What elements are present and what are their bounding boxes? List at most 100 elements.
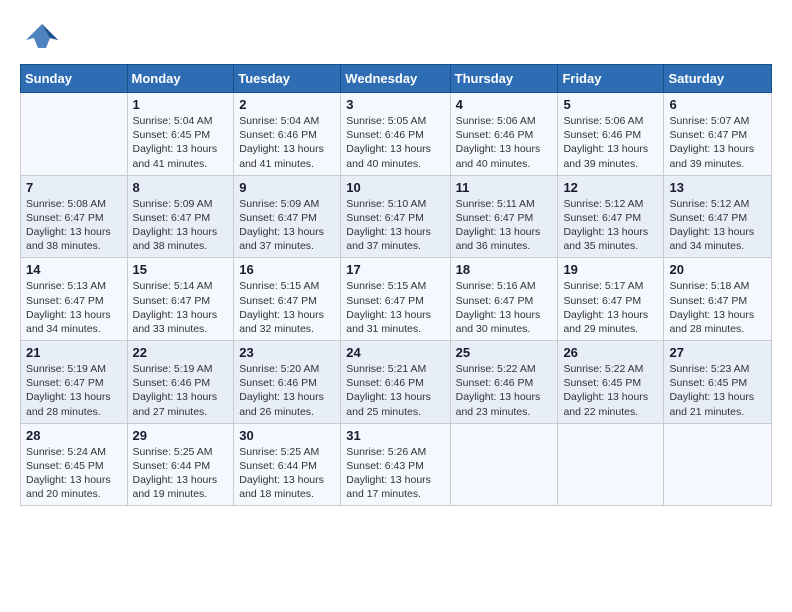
day-info: Sunrise: 5:16 AM Sunset: 6:47 PM Dayligh…	[456, 279, 553, 336]
calendar-cell: 14 Sunrise: 5:13 AM Sunset: 6:47 PM Dayli…	[21, 258, 128, 341]
calendar-cell: 15 Sunrise: 5:14 AM Sunset: 6:47 PM Dayli…	[127, 258, 234, 341]
calendar-cell: 10Sunrise: 5:10 AM Sunset: 6:47 PM Dayli…	[341, 175, 450, 258]
day-info: Sunrise: 5:22 AM Sunset: 6:46 PM Dayligh…	[456, 362, 553, 419]
calendar-cell: 26 Sunrise: 5:22 AM Sunset: 6:45 PM Dayli…	[558, 341, 664, 424]
calendar-week-row: 14 Sunrise: 5:13 AM Sunset: 6:47 PM Dayli…	[21, 258, 772, 341]
day-number: 10	[346, 180, 444, 195]
day-info: Sunrise: 5:08 AM Sunset: 6:47 PM Dayligh…	[26, 197, 122, 254]
calendar-cell: 17 Sunrise: 5:15 AM Sunset: 6:47 PM Dayli…	[341, 258, 450, 341]
day-number: 4	[456, 97, 553, 112]
logo	[20, 20, 60, 56]
day-number: 27	[669, 345, 766, 360]
day-info: Sunrise: 5:09 AM Sunset: 6:47 PM Dayligh…	[239, 197, 335, 254]
day-number: 17	[346, 262, 444, 277]
day-info: Sunrise: 5:11 AM Sunset: 6:47 PM Dayligh…	[456, 197, 553, 254]
calendar-cell: 30 Sunrise: 5:25 AM Sunset: 6:44 PM Dayli…	[234, 423, 341, 506]
header-friday: Friday	[558, 65, 664, 93]
calendar-cell: 4 Sunrise: 5:06 AM Sunset: 6:46 PM Daylig…	[450, 93, 558, 176]
header-monday: Monday	[127, 65, 234, 93]
calendar-cell: 21 Sunrise: 5:19 AM Sunset: 6:47 PM Dayli…	[21, 341, 128, 424]
calendar-cell: 12 Sunrise: 5:12 AM Sunset: 6:47 PM Dayli…	[558, 175, 664, 258]
day-number: 31	[346, 428, 444, 443]
header-thursday: Thursday	[450, 65, 558, 93]
day-info: Sunrise: 5:24 AM Sunset: 6:45 PM Dayligh…	[26, 445, 122, 502]
calendar-cell: 27Sunrise: 5:23 AM Sunset: 6:45 PM Dayli…	[664, 341, 772, 424]
day-number: 23	[239, 345, 335, 360]
day-number: 18	[456, 262, 553, 277]
day-info: Sunrise: 5:06 AM Sunset: 6:46 PM Dayligh…	[563, 114, 658, 171]
day-info: Sunrise: 5:12 AM Sunset: 6:47 PM Dayligh…	[563, 197, 658, 254]
calendar-cell: 31 Sunrise: 5:26 AM Sunset: 6:43 PM Dayli…	[341, 423, 450, 506]
calendar-cell	[450, 423, 558, 506]
calendar-cell	[558, 423, 664, 506]
header-wednesday: Wednesday	[341, 65, 450, 93]
calendar-week-row: 7 Sunrise: 5:08 AM Sunset: 6:47 PM Daylig…	[21, 175, 772, 258]
calendar-cell: 20Sunrise: 5:18 AM Sunset: 6:47 PM Dayli…	[664, 258, 772, 341]
day-info: Sunrise: 5:15 AM Sunset: 6:47 PM Dayligh…	[346, 279, 444, 336]
calendar-cell: 29Sunrise: 5:25 AM Sunset: 6:44 PM Dayli…	[127, 423, 234, 506]
day-number: 22	[133, 345, 229, 360]
calendar-cell: 7 Sunrise: 5:08 AM Sunset: 6:47 PM Daylig…	[21, 175, 128, 258]
calendar-cell	[664, 423, 772, 506]
day-number: 7	[26, 180, 122, 195]
day-info: Sunrise: 5:07 AM Sunset: 6:47 PM Dayligh…	[669, 114, 766, 171]
calendar-table: SundayMondayTuesdayWednesdayThursdayFrid…	[20, 64, 772, 506]
day-number: 20	[669, 262, 766, 277]
day-number: 28	[26, 428, 122, 443]
day-number: 6	[669, 97, 766, 112]
day-info: Sunrise: 5:04 AM Sunset: 6:46 PM Dayligh…	[239, 114, 335, 171]
day-info: Sunrise: 5:13 AM Sunset: 6:47 PM Dayligh…	[26, 279, 122, 336]
day-info: Sunrise: 5:26 AM Sunset: 6:43 PM Dayligh…	[346, 445, 444, 502]
day-info: Sunrise: 5:05 AM Sunset: 6:46 PM Dayligh…	[346, 114, 444, 171]
day-number: 15	[133, 262, 229, 277]
day-info: Sunrise: 5:20 AM Sunset: 6:46 PM Dayligh…	[239, 362, 335, 419]
day-number: 12	[563, 180, 658, 195]
day-number: 24	[346, 345, 444, 360]
header-tuesday: Tuesday	[234, 65, 341, 93]
calendar-cell: 13 Sunrise: 5:12 AM Sunset: 6:47 PM Dayli…	[664, 175, 772, 258]
day-number: 3	[346, 97, 444, 112]
day-info: Sunrise: 5:19 AM Sunset: 6:47 PM Dayligh…	[26, 362, 122, 419]
day-number: 25	[456, 345, 553, 360]
calendar-cell: 1 Sunrise: 5:04 AM Sunset: 6:45 PM Daylig…	[127, 93, 234, 176]
calendar-cell: 6 Sunrise: 5:07 AM Sunset: 6:47 PM Daylig…	[664, 93, 772, 176]
calendar-cell: 28 Sunrise: 5:24 AM Sunset: 6:45 PM Dayli…	[21, 423, 128, 506]
calendar-cell: 18 Sunrise: 5:16 AM Sunset: 6:47 PM Dayli…	[450, 258, 558, 341]
day-info: Sunrise: 5:14 AM Sunset: 6:47 PM Dayligh…	[133, 279, 229, 336]
day-info: Sunrise: 5:17 AM Sunset: 6:47 PM Dayligh…	[563, 279, 658, 336]
header-saturday: Saturday	[664, 65, 772, 93]
day-info: Sunrise: 5:25 AM Sunset: 6:44 PM Dayligh…	[133, 445, 229, 502]
day-number: 8	[133, 180, 229, 195]
calendar-cell: 19Sunrise: 5:17 AM Sunset: 6:47 PM Dayli…	[558, 258, 664, 341]
day-info: Sunrise: 5:25 AM Sunset: 6:44 PM Dayligh…	[239, 445, 335, 502]
logo-bird-icon	[24, 20, 60, 56]
day-number: 1	[133, 97, 229, 112]
day-info: Sunrise: 5:22 AM Sunset: 6:45 PM Dayligh…	[563, 362, 658, 419]
day-number: 16	[239, 262, 335, 277]
calendar-week-row: 1 Sunrise: 5:04 AM Sunset: 6:45 PM Daylig…	[21, 93, 772, 176]
day-number: 2	[239, 97, 335, 112]
day-number: 21	[26, 345, 122, 360]
day-info: Sunrise: 5:12 AM Sunset: 6:47 PM Dayligh…	[669, 197, 766, 254]
day-info: Sunrise: 5:06 AM Sunset: 6:46 PM Dayligh…	[456, 114, 553, 171]
day-number: 26	[563, 345, 658, 360]
day-number: 11	[456, 180, 553, 195]
day-number: 14	[26, 262, 122, 277]
day-number: 30	[239, 428, 335, 443]
header-sunday: Sunday	[21, 65, 128, 93]
calendar-cell	[21, 93, 128, 176]
calendar-week-row: 28 Sunrise: 5:24 AM Sunset: 6:45 PM Dayli…	[21, 423, 772, 506]
page-header	[20, 20, 772, 56]
calendar-week-row: 21 Sunrise: 5:19 AM Sunset: 6:47 PM Dayli…	[21, 341, 772, 424]
calendar-cell: 9 Sunrise: 5:09 AM Sunset: 6:47 PM Daylig…	[234, 175, 341, 258]
day-info: Sunrise: 5:09 AM Sunset: 6:47 PM Dayligh…	[133, 197, 229, 254]
day-info: Sunrise: 5:19 AM Sunset: 6:46 PM Dayligh…	[133, 362, 229, 419]
day-number: 5	[563, 97, 658, 112]
calendar-cell: 23 Sunrise: 5:20 AM Sunset: 6:46 PM Dayli…	[234, 341, 341, 424]
day-number: 9	[239, 180, 335, 195]
day-number: 13	[669, 180, 766, 195]
calendar-cell: 16 Sunrise: 5:15 AM Sunset: 6:47 PM Dayli…	[234, 258, 341, 341]
calendar-cell: 11 Sunrise: 5:11 AM Sunset: 6:47 PM Dayli…	[450, 175, 558, 258]
day-info: Sunrise: 5:04 AM Sunset: 6:45 PM Dayligh…	[133, 114, 229, 171]
day-info: Sunrise: 5:15 AM Sunset: 6:47 PM Dayligh…	[239, 279, 335, 336]
